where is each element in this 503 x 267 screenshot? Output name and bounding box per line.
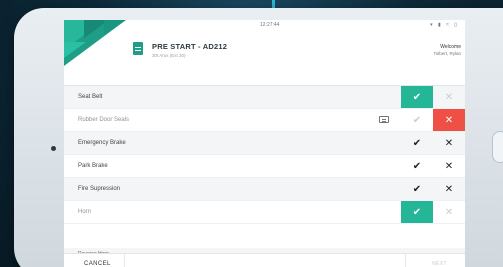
check-icon: ✔ — [412, 114, 422, 126]
pass-button[interactable]: ✔ — [401, 86, 433, 108]
fail-button[interactable]: ✕ — [433, 155, 465, 177]
checklist: Seat Belt ✔ ✕ Rubber Door Seals ✔ ✕ Emer… — [64, 86, 465, 224]
checklist-item-label: Park Brake — [78, 163, 108, 169]
pass-button[interactable]: ✔ — [401, 109, 433, 131]
checklist-row-seat-belt: Seat Belt ✔ ✕ — [64, 86, 465, 109]
pass-button[interactable]: ✔ — [401, 201, 433, 223]
checklist-item-label: Fire Supression — [78, 186, 121, 192]
fail-button[interactable]: ✕ — [433, 178, 465, 200]
welcome-label: Welcome — [440, 44, 461, 50]
checklist-row-emergency-brake: Emergency Brake ✔ ✕ — [64, 132, 465, 155]
status-bar: 12:27:44 ▾ ▮ ≈ ▯ — [64, 20, 465, 30]
fail-button[interactable]: ✕ — [433, 132, 465, 154]
page-subtitle: 30t Aros (Ext 30) — [152, 53, 186, 58]
checklist-row-fire-supression: Fire Supression ✔ ✕ — [64, 178, 465, 201]
status-icons: ▾ ▮ ≈ ▯ — [430, 22, 459, 28]
user-name[interactable]: Tolbert, Rylan — [433, 51, 461, 56]
page-title: PRE START - AD212 — [152, 42, 228, 51]
footer-bar: CANCEL NEXT — [64, 253, 465, 267]
document-icon — [133, 42, 143, 55]
pass-button[interactable]: ✔ — [401, 178, 433, 200]
check-icon: ✔ — [412, 91, 422, 103]
checklist-row-park-brake: Park Brake ✔ ✕ — [64, 155, 465, 178]
check-icon: ✔ — [412, 183, 422, 195]
cross-icon: ✕ — [444, 206, 454, 218]
check-icon: ✔ — [412, 137, 422, 149]
check-icon: ✔ — [412, 206, 422, 218]
home-button[interactable] — [492, 131, 503, 163]
cross-icon: ✕ — [444, 91, 454, 103]
check-icon: ✔ — [412, 160, 422, 172]
footer-divider — [124, 254, 125, 267]
checklist-item-label: Rubber Door Seals — [78, 117, 130, 123]
cross-icon: ✕ — [444, 160, 454, 172]
pass-button[interactable]: ✔ — [401, 132, 433, 154]
checklist-item-label: Seat Belt — [78, 94, 103, 100]
comment-icon[interactable] — [379, 116, 389, 123]
app-header: 12:27:44 ▾ ▮ ≈ ▯ PRE START - AD212 30t A… — [64, 20, 465, 86]
next-button[interactable]: NEXT — [432, 261, 447, 267]
pass-button[interactable]: ✔ — [401, 155, 433, 177]
cross-icon: ✕ — [444, 114, 454, 126]
checklist-row-horn: Horn ✔ ✕ — [64, 201, 465, 224]
cancel-button[interactable]: CANCEL — [84, 261, 111, 267]
fail-button[interactable]: ✕ — [433, 86, 465, 108]
cross-icon: ✕ — [444, 137, 454, 149]
fail-button[interactable]: ✕ — [433, 201, 465, 223]
checklist-row-rubber-door-seals: Rubber Door Seals ✔ ✕ — [64, 109, 465, 132]
camera-icon — [51, 146, 56, 151]
status-time: 12:27:44 — [260, 22, 280, 28]
cross-icon: ✕ — [444, 183, 454, 195]
footer-divider — [405, 254, 406, 267]
app-screen: 12:27:44 ▾ ▮ ≈ ▯ PRE START - AD212 30t A… — [64, 20, 465, 267]
fail-button[interactable]: ✕ — [433, 109, 465, 131]
checklist-item-label: Emergency Brake — [78, 140, 126, 146]
checklist-item-label: Horn — [78, 209, 92, 215]
